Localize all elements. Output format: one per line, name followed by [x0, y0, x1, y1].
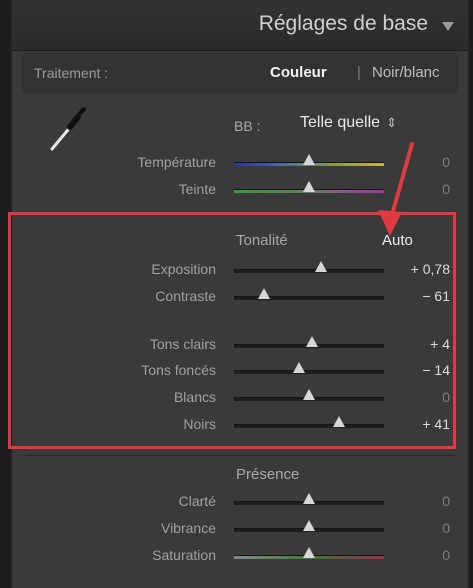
- wb-label: BB :: [234, 118, 261, 134]
- presence-title: Présence: [236, 466, 300, 483]
- panel-title: Réglages de base: [258, 12, 428, 35]
- slider-row: Clarté 0: [12, 491, 468, 513]
- wb-value: Telle quelle: [300, 114, 381, 131]
- red-arrow-annotation: [378, 142, 414, 236]
- slider-value[interactable]: 0: [442, 154, 450, 170]
- wb-dropdown[interactable]: Telle quelle ⇕: [300, 114, 397, 132]
- slider-label: Vibrance: [160, 520, 216, 536]
- slider-knob[interactable]: [303, 520, 315, 531]
- slider-value[interactable]: 0: [442, 493, 450, 509]
- slider-value[interactable]: 0: [442, 547, 450, 563]
- slider-row: Vibrance 0: [12, 518, 468, 540]
- slider-knob[interactable]: [303, 493, 315, 504]
- slider-label: Saturation: [152, 547, 216, 563]
- stepper-icon: ⇕: [386, 115, 397, 130]
- slider-label: Clarté: [178, 493, 216, 509]
- slider-value[interactable]: 0: [442, 181, 450, 197]
- treatment-bw-option[interactable]: Noir/blanc: [372, 64, 440, 81]
- treatment-row: Traitement : Couleur | Noir/blanc: [22, 53, 458, 93]
- triangle-down-icon[interactable]: [442, 22, 454, 31]
- eyedropper-icon[interactable]: [42, 105, 92, 155]
- slider-value[interactable]: 0: [442, 520, 450, 536]
- slider-knob[interactable]: [303, 547, 315, 558]
- slider-row: Saturation 0: [12, 545, 468, 567]
- highlight-box: [8, 212, 456, 449]
- section-divider: [26, 455, 454, 456]
- slider-label: Teinte: [178, 181, 216, 197]
- treatment-color-option[interactable]: Couleur: [270, 64, 327, 81]
- panel-header[interactable]: Réglages de base: [12, 0, 468, 51]
- treatment-label: Traitement :: [34, 65, 109, 81]
- treatment-separator: |: [357, 64, 361, 81]
- slider-label: Température: [137, 154, 216, 170]
- slider-knob[interactable]: [303, 181, 315, 192]
- slider-knob[interactable]: [303, 154, 315, 165]
